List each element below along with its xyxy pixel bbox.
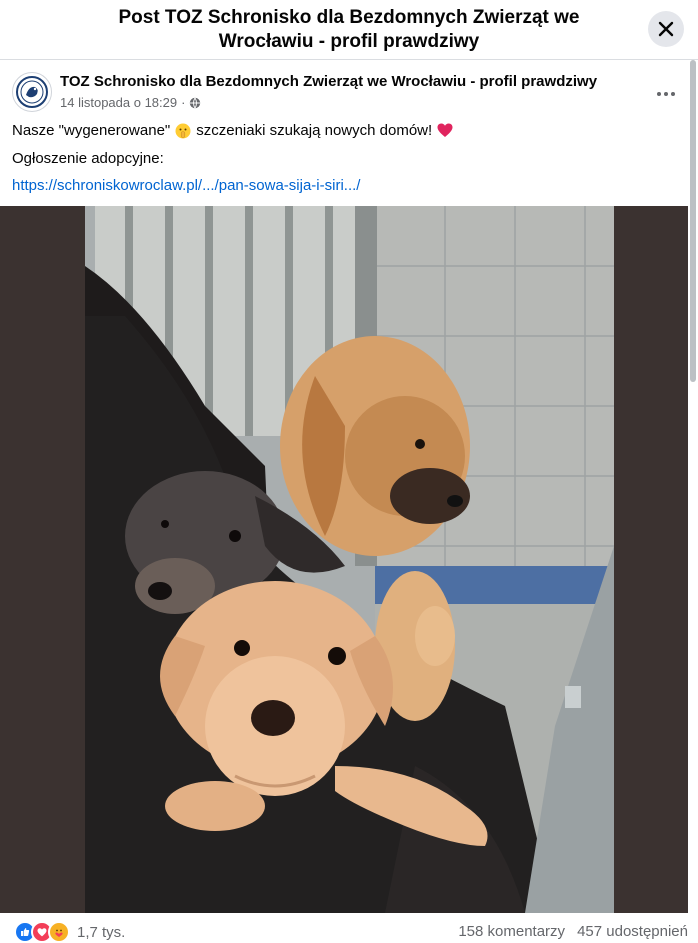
post-photo-container[interactable]	[0, 206, 688, 913]
globe-icon	[190, 97, 201, 108]
post-text-part: szczeniaki szukają nowych domów!	[196, 122, 433, 139]
meta-separator: ·	[181, 95, 186, 110]
post-footer: 1,7 tys. 158 komentarzy 457 udostępnień	[0, 913, 698, 943]
avatar[interactable]	[12, 72, 52, 112]
author-name[interactable]: TOZ Schronisko dla Bezdomnych Zwierząt w…	[60, 73, 597, 90]
scrollbar-thumb[interactable]	[690, 60, 696, 382]
shushing-face-emoji-icon	[175, 123, 191, 138]
post: TOZ Schronisko dla Bezdomnych Zwierząt w…	[0, 60, 688, 943]
more-options-button[interactable]	[648, 76, 684, 112]
post-text-part: Nasze "wygenerowane"	[12, 122, 171, 139]
dialog-title: Post TOZ Schronisko dla Bezdomnych Zwier…	[118, 7, 580, 52]
comments-count[interactable]: 158 komentarzy	[458, 923, 565, 940]
reactions-count[interactable]: 1,7 tys.	[77, 924, 125, 941]
puppies-photo[interactable]	[85, 206, 614, 913]
dialog-header: Post TOZ Schronisko dla Bezdomnych Zwier…	[0, 0, 698, 60]
more-options-icon	[657, 92, 675, 96]
shares-count[interactable]: 457 udostępnień	[577, 923, 688, 940]
post-meta: 14 listopada o 18:29 ·	[60, 95, 201, 110]
adoption-label: Ogłoszenie adopcyjne:	[12, 150, 164, 167]
red-heart-icon	[437, 123, 453, 137]
adoption-link[interactable]: https://schroniskowroclaw.pl/.../pan-sow…	[12, 177, 360, 194]
post-stats: 158 komentarzy 457 udostępnień	[458, 923, 688, 940]
reactions-summary[interactable]: 1,7 tys.	[14, 921, 125, 943]
close-icon	[658, 21, 674, 37]
post-text: Nasze "wygenerowane" szczeniaki szukają …	[12, 122, 453, 139]
logo-icon	[16, 76, 48, 108]
care-icon	[48, 921, 70, 943]
post-timestamp[interactable]: 14 listopada o 18:29	[60, 95, 177, 110]
close-button[interactable]	[648, 11, 684, 47]
